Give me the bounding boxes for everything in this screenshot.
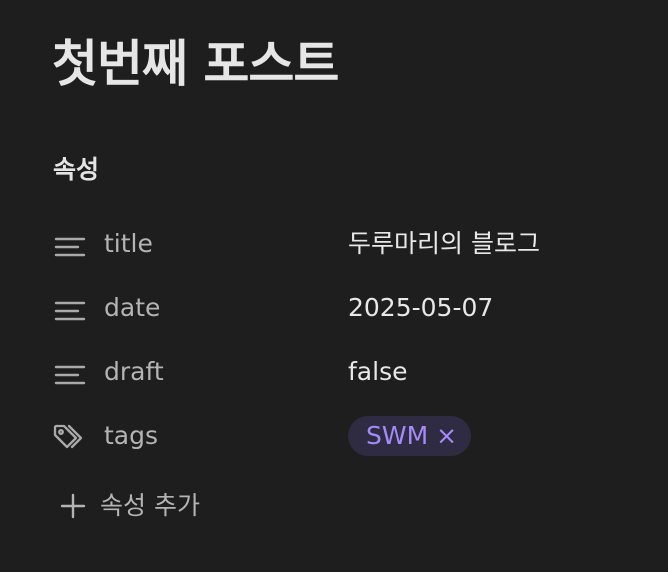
property-key-date[interactable]: date bbox=[104, 290, 160, 326]
add-property-label: 속성 추가 bbox=[100, 491, 200, 520]
tag-pill[interactable]: SWM × bbox=[348, 416, 472, 456]
property-row-tags: tags SWM × bbox=[0, 408, 668, 464]
text-lines-icon[interactable] bbox=[52, 292, 88, 328]
property-key-title[interactable]: title bbox=[104, 226, 153, 262]
add-property-button[interactable]: 속성 추가 bbox=[58, 486, 200, 526]
properties-heading[interactable]: 속성 bbox=[53, 152, 99, 188]
tag-label: SWM bbox=[366, 421, 429, 450]
tag-remove-button[interactable]: × bbox=[436, 418, 457, 454]
property-value-date[interactable]: 2025-05-07 bbox=[348, 290, 493, 326]
property-key-draft[interactable]: draft bbox=[104, 354, 164, 390]
property-value-draft[interactable]: false bbox=[348, 354, 407, 390]
property-row-draft: draft false bbox=[0, 344, 668, 400]
property-key-tags[interactable]: tags bbox=[104, 418, 158, 454]
property-row-date: date 2025-05-07 bbox=[0, 280, 668, 336]
plus-icon bbox=[58, 491, 88, 521]
page-title[interactable]: 첫번째 포스트 bbox=[52, 30, 339, 98]
tags-icon[interactable] bbox=[52, 420, 88, 456]
property-row-title: title 두루마리의 블로그 bbox=[0, 216, 668, 272]
text-lines-icon[interactable] bbox=[52, 228, 88, 264]
text-lines-icon[interactable] bbox=[52, 356, 88, 392]
property-value-title[interactable]: 두루마리의 블로그 bbox=[348, 226, 540, 262]
